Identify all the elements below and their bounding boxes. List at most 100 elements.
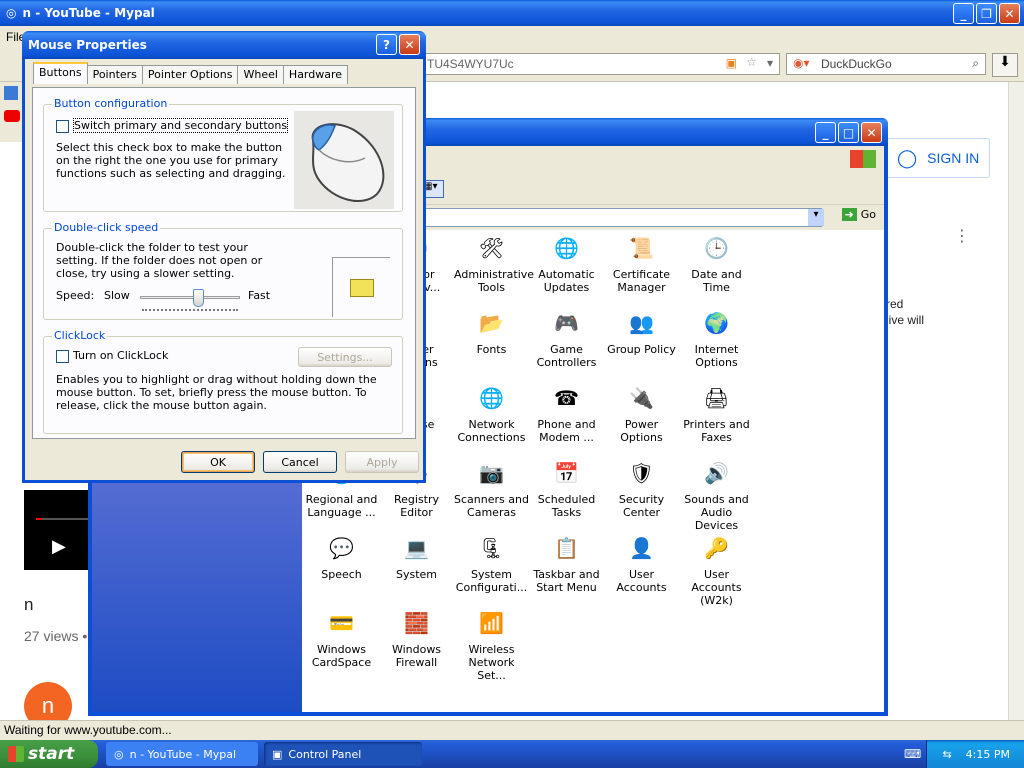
applet-icon[interactable]: 🕒	[701, 232, 733, 264]
applet-label[interactable]: Sounds and Audio Devices	[679, 493, 754, 532]
video-progress-bar[interactable]	[36, 518, 90, 520]
applet-label[interactable]: User Accounts	[604, 568, 679, 594]
tab-hardware[interactable]: Hardware	[282, 65, 349, 84]
applet-label[interactable]: System Configurati...	[454, 568, 529, 594]
clicklock-checkbox-label[interactable]: Turn on ClickLock	[73, 349, 168, 362]
task-control-panel[interactable]: ▣ Control Panel	[264, 742, 422, 766]
applet-icon[interactable]: 💻	[401, 532, 433, 564]
applet-label[interactable]: Registry Editor	[379, 493, 454, 519]
applet-printers-and-faxes[interactable]: 🖨 Printers and Faxes	[679, 382, 754, 445]
applet-icon[interactable]: 🎮	[551, 307, 583, 339]
applet-system[interactable]: 💻 System	[379, 532, 454, 582]
search-icon[interactable]: ⌕	[972, 56, 979, 71]
applet-system-configurati[interactable]: 🗜 System Configurati...	[454, 532, 529, 595]
duckduckgo-icon[interactable]: ◉▾	[793, 56, 810, 70]
applet-label[interactable]: Internet Options	[679, 343, 754, 369]
folder-icon[interactable]	[349, 278, 374, 297]
applet-label[interactable]: Speech	[304, 568, 379, 581]
applet-label[interactable]: User Accounts (W2k)	[679, 568, 754, 607]
start-button[interactable]: start	[0, 740, 98, 768]
applet-icon[interactable]: 🌐	[551, 232, 583, 264]
applet-label[interactable]: Taskbar and Start Menu	[529, 568, 604, 594]
applet-icon[interactable]: 🌐	[476, 382, 508, 414]
tab-wheel[interactable]: Wheel	[237, 65, 284, 84]
applet-label[interactable]: Game Controllers	[529, 343, 604, 369]
applet-label[interactable]: Windows CardSpace	[304, 643, 379, 669]
tab-pointer-options[interactable]: Pointer Options	[141, 65, 239, 84]
applet-icon[interactable]: 📋	[551, 532, 583, 564]
applet-taskbar-and-start-menu[interactable]: 📋 Taskbar and Start Menu	[529, 532, 604, 595]
applet-icon[interactable]: 👤	[626, 532, 658, 564]
applet-icon[interactable]: 🖨	[701, 382, 733, 414]
applet-label[interactable]: Network Connections	[454, 418, 529, 444]
switch-buttons-checkbox[interactable]: Switch primary and secondary buttons	[56, 118, 289, 133]
browser-scrollbar[interactable]	[1008, 82, 1024, 722]
close-icon[interactable]: ✕	[861, 122, 882, 143]
applet-security-center[interactable]: 🛡 Security Center	[604, 457, 679, 520]
play-icon[interactable]: ▶	[52, 536, 66, 557]
task-browser[interactable]: ◎ n - YouTube - Mypal	[106, 742, 258, 766]
network-tray-icon[interactable]: ⇆	[942, 748, 951, 761]
applet-phone-and-modem[interactable]: ☎ Phone and Modem ...	[529, 382, 604, 445]
keyboard-tray-icon[interactable]: ⌨	[904, 747, 921, 761]
tab-buttons[interactable]: Buttons	[33, 62, 88, 84]
applet-icon[interactable]: 📷	[476, 457, 508, 489]
applet-icon[interactable]: 🛡	[626, 457, 658, 489]
applet-icon[interactable]: 🔌	[626, 382, 658, 414]
video-title[interactable]: n	[24, 595, 33, 615]
applet-label[interactable]: Date and Time	[679, 268, 754, 294]
applet-windows-firewall[interactable]: 🧱 Windows Firewall	[379, 607, 454, 670]
applet-icon[interactable]: 🔊	[701, 457, 733, 489]
applet-icon[interactable]: 💳	[326, 607, 358, 639]
applet-label[interactable]: System	[379, 568, 454, 581]
applet-administrative-tools[interactable]: 🛠 Administrative Tools	[454, 232, 534, 295]
applet-label[interactable]: Group Policy	[604, 343, 679, 356]
applet-label[interactable]: Fonts	[454, 343, 529, 356]
checkbox-icon[interactable]	[56, 119, 69, 133]
applet-certificate-manager[interactable]: 📜 Certificate Manager	[604, 232, 679, 295]
applet-label[interactable]: Wireless Network Set...	[454, 643, 529, 682]
more-options-icon[interactable]: ⋮	[954, 226, 970, 245]
applet-label[interactable]: Certificate Manager	[604, 268, 679, 294]
close-icon[interactable]: ✕	[399, 34, 420, 55]
applet-icon[interactable]: 📜	[626, 232, 658, 264]
cancel-button[interactable]: Cancel	[263, 451, 337, 473]
applet-windows-cardspace[interactable]: 💳 Windows CardSpace	[304, 607, 379, 670]
download-icon[interactable]: ⬇	[992, 53, 1018, 77]
applet-label[interactable]: Scheduled Tasks	[529, 493, 604, 519]
applet-label[interactable]: Administrative Tools	[454, 268, 534, 294]
applet-icon[interactable]: 📂	[476, 307, 508, 339]
applet-icon[interactable]: 🌍	[701, 307, 733, 339]
dialog-title-bar[interactable]: Mouse Properties ? ✕	[22, 31, 426, 59]
applet-fonts[interactable]: 📂 Fonts	[454, 307, 529, 357]
restore-icon[interactable]: ❐	[976, 3, 997, 24]
applet-icon[interactable]: 🔑	[701, 532, 733, 564]
ok-button[interactable]: OK	[181, 451, 255, 473]
checkbox-icon[interactable]	[56, 349, 69, 363]
search-input[interactable]: ◉▾ DuckDuckGo ⌕	[786, 53, 986, 75]
speed-slider[interactable]	[140, 289, 240, 311]
switch-buttons-label[interactable]: Switch primary and secondary buttons	[73, 118, 289, 133]
applet-icon[interactable]: 📶	[476, 607, 508, 639]
applet-icon[interactable]: 💬	[326, 532, 358, 564]
applet-icon[interactable]: ☎	[551, 382, 583, 414]
close-icon[interactable]: ✕	[999, 3, 1020, 24]
maximize-icon[interactable]: □	[838, 122, 859, 143]
applet-speech[interactable]: 💬 Speech	[304, 532, 379, 582]
applet-label[interactable]: Windows Firewall	[379, 643, 454, 669]
clicklock-checkbox[interactable]: Turn on ClickLock	[56, 349, 168, 363]
applet-scanners-and-cameras[interactable]: 📷 Scanners and Cameras	[454, 457, 529, 520]
applet-label[interactable]: Power Options	[604, 418, 679, 444]
applet-network-connections[interactable]: 🌐 Network Connections	[454, 382, 529, 445]
applet-user-accounts-w2k[interactable]: 🔑 User Accounts (W2k)	[679, 532, 754, 608]
applet-sounds-and-audio-devices[interactable]: 🔊 Sounds and Audio Devices	[679, 457, 754, 533]
address-dropdown-icon[interactable]: ▾	[808, 209, 824, 226]
applet-icon[interactable]: 🗜	[476, 532, 508, 564]
applet-group-policy[interactable]: 👥 Group Policy	[604, 307, 679, 357]
applet-icon[interactable]: 📅	[551, 457, 583, 489]
tab-pointers[interactable]: Pointers	[86, 65, 143, 84]
help-icon[interactable]: ?	[376, 34, 397, 55]
browser-title-bar[interactable]: ◎ n - YouTube - Mypal _ ❐ ✕	[0, 0, 1024, 26]
clock[interactable]: 4:15 PM	[966, 748, 1010, 761]
applet-game-controllers[interactable]: 🎮 Game Controllers	[529, 307, 604, 370]
